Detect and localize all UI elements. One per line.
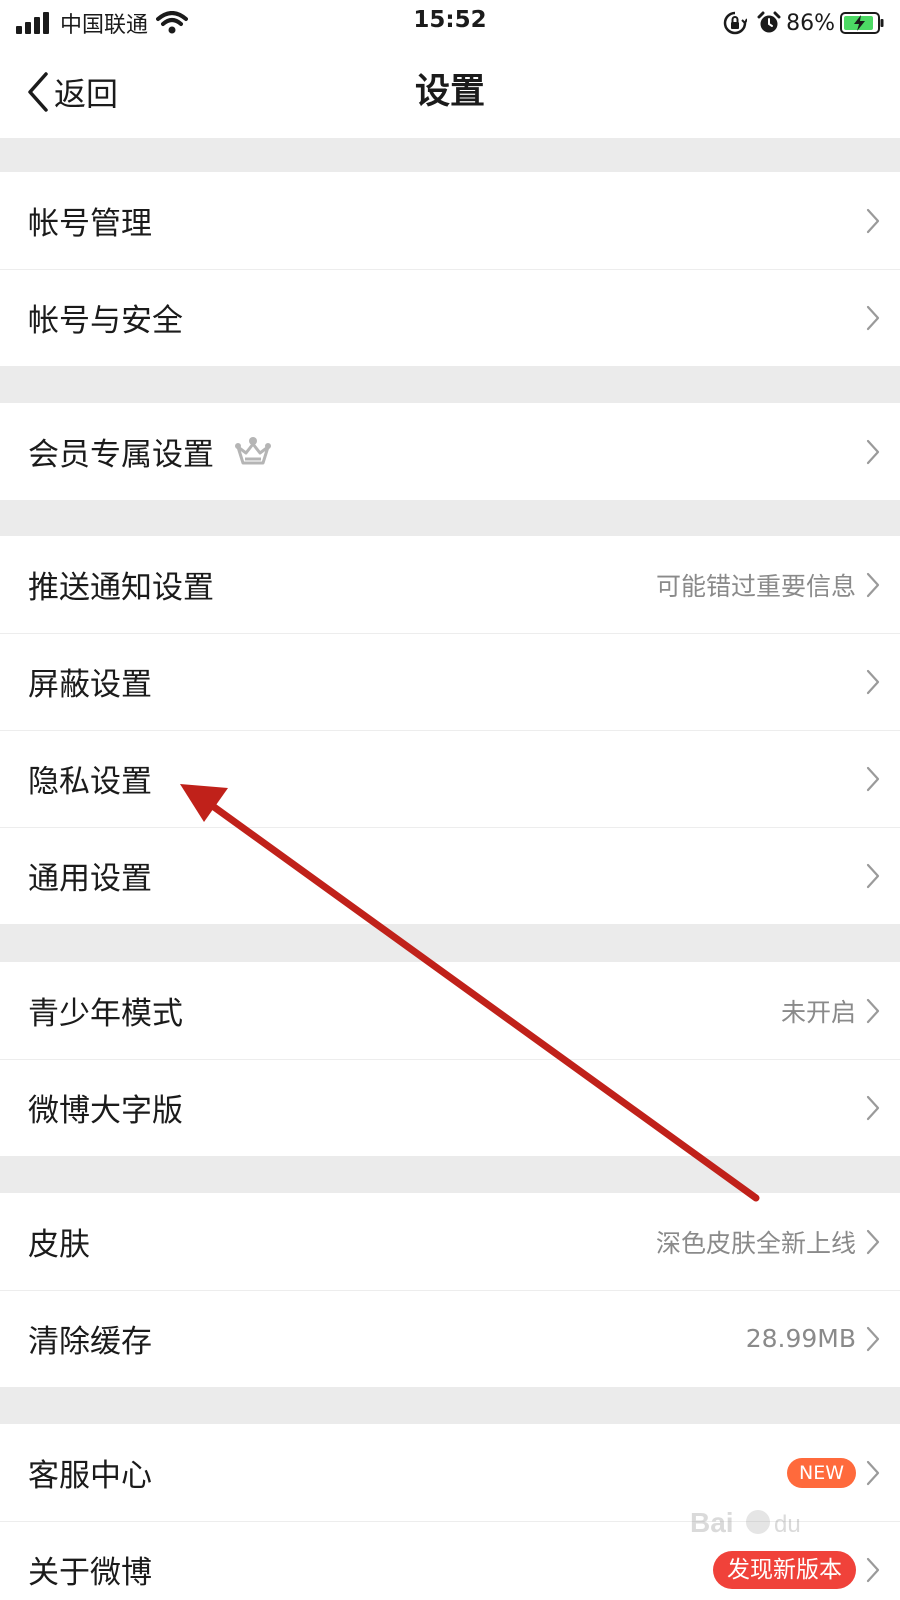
row-right [866, 269, 880, 366]
row-about-weibo[interactable]: 关于微博 发现新版本 [0, 1521, 900, 1600]
row-skin[interactable]: 皮肤 深色皮肤全新上线 [0, 1193, 900, 1290]
row-right: 未开启 [781, 962, 880, 1059]
battery-charging-icon [840, 11, 886, 35]
chevron-right-icon [866, 208, 880, 234]
chevron-right-icon [866, 863, 880, 889]
page-title: 设置 [414, 72, 485, 112]
row-right: 可能错过重要信息 [656, 536, 880, 633]
chevron-right-icon [866, 766, 880, 792]
row-large-font-version[interactable]: 微博大字版 [0, 1059, 900, 1156]
row-value: 28.99MB [745, 1324, 856, 1353]
new-badge: NEW [786, 1457, 856, 1488]
row-right: NEW [786, 1424, 880, 1521]
back-button[interactable]: 返回 [26, 68, 118, 116]
row-label: 关于微博 [28, 1555, 152, 1591]
row-label: 屏蔽设置 [28, 667, 152, 703]
chevron-right-icon [866, 1229, 880, 1255]
row-label: 会员专属设置 [28, 437, 214, 473]
row-right: 发现新版本 [713, 1521, 880, 1600]
row-right [866, 633, 880, 730]
row-label: 微博大字版 [28, 1093, 183, 1129]
row-right: 深色皮肤全新上线 [656, 1193, 880, 1290]
row-privacy-settings[interactable]: 隐私设置 [0, 730, 900, 827]
row-label: 皮肤 [28, 1227, 90, 1263]
row-label: 通用设置 [28, 861, 152, 897]
row-label: 帐号与安全 [28, 303, 183, 339]
row-label: 青少年模式 [28, 996, 183, 1032]
row-value: 可能错过重要信息 [655, 571, 856, 601]
row-account-management[interactable]: 帐号管理 [0, 172, 900, 269]
row-right [866, 730, 880, 827]
new-version-badge: 发现新版本 [713, 1550, 856, 1589]
back-label: 返回 [54, 75, 119, 113]
row-label: 清除缓存 [28, 1324, 152, 1360]
settings-group-membership: 会员专属设置 [0, 403, 900, 500]
chevron-right-icon [866, 439, 880, 465]
row-right: 28.99MB [746, 1290, 880, 1387]
battery-percent: 86% [786, 10, 835, 36]
settings-group-modes: 青少年模式 未开启 微博大字版 [0, 962, 900, 1156]
row-label: 帐号管理 [28, 206, 152, 242]
status-bar: 中国联通 15:52 86% [0, 0, 900, 46]
chevron-right-icon [866, 998, 880, 1024]
orientation-lock-icon [723, 11, 748, 35]
status-right: 86% [723, 8, 886, 38]
settings-group-general: 推送通知设置 可能错过重要信息 屏蔽设置 隐私设置 通用设置 [0, 536, 900, 924]
row-label: 客服中心 [28, 1458, 152, 1494]
row-customer-service[interactable]: 客服中心 NEW [0, 1424, 900, 1521]
crown-icon [234, 435, 272, 469]
chevron-right-icon [866, 305, 880, 331]
chevron-right-icon [866, 1460, 880, 1486]
row-block-settings[interactable]: 屏蔽设置 [0, 633, 900, 730]
row-value: 深色皮肤全新上线 [655, 1228, 856, 1258]
row-value: 未开启 [780, 997, 856, 1027]
row-common-settings[interactable]: 通用设置 [0, 827, 900, 924]
row-label: 推送通知设置 [28, 570, 214, 606]
chevron-left-icon [26, 71, 50, 113]
row-teen-mode[interactable]: 青少年模式 未开启 [0, 962, 900, 1059]
settings-group-account: 帐号管理 帐号与安全 [0, 172, 900, 366]
nav-bar: 返回 设置 [0, 46, 900, 138]
row-right [866, 172, 880, 269]
settings-group-support: 客服中心 NEW 关于微博 发现新版本 [0, 1424, 900, 1600]
chevron-right-icon [866, 572, 880, 598]
row-right [866, 1059, 880, 1156]
row-right [866, 403, 880, 500]
row-label: 隐私设置 [28, 764, 152, 800]
chevron-right-icon [866, 1557, 880, 1583]
row-right [866, 827, 880, 924]
row-account-security[interactable]: 帐号与安全 [0, 269, 900, 366]
chevron-right-icon [866, 669, 880, 695]
settings-group-appearance: 皮肤 深色皮肤全新上线 清除缓存 28.99MB [0, 1193, 900, 1387]
row-clear-cache[interactable]: 清除缓存 28.99MB [0, 1290, 900, 1387]
chevron-right-icon [866, 1326, 880, 1352]
row-vip-settings[interactable]: 会员专属设置 [0, 403, 900, 500]
alarm-icon [757, 11, 781, 35]
chevron-right-icon [866, 1095, 880, 1121]
row-push-notification[interactable]: 推送通知设置 可能错过重要信息 [0, 536, 900, 633]
